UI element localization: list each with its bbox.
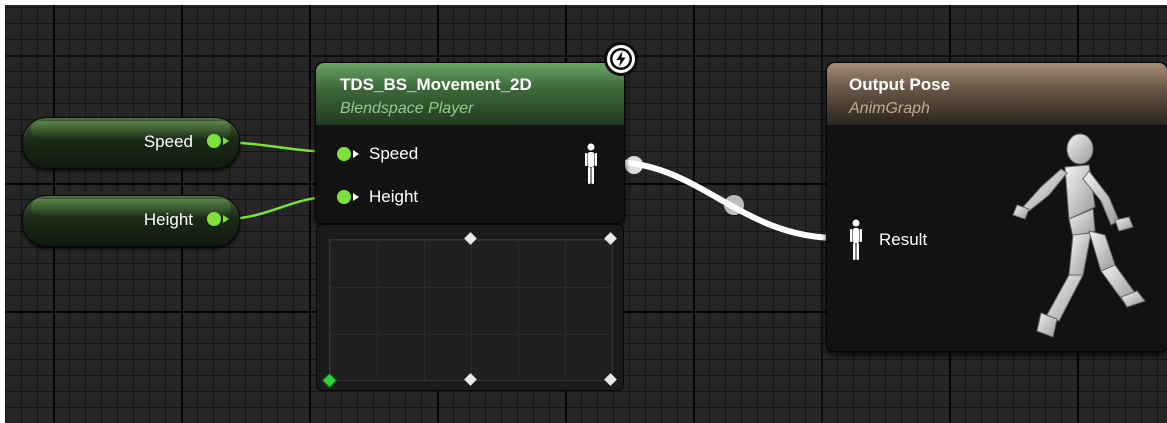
output-node-header: Output Pose AnimGraph [827,63,1167,125]
speed-variable-node[interactable]: Speed [22,117,240,169]
blendspace-node-title: TDS_BS_Movement_2D [340,75,532,94]
height-input-pin[interactable] [337,190,359,204]
blendspace-player-node[interactable]: TDS_BS_Movement_2D Blendspace Player Spe… [315,62,625,224]
blendspace-node-header: TDS_BS_Movement_2D Blendspace Player [316,63,624,125]
blendspace-grid [329,239,613,381]
fast-path-indicator [604,42,638,76]
result-input-label: Result [879,230,928,249]
output-pose-node[interactable]: Output Pose AnimGraph Result [826,62,1167,352]
output-node-subtitle: AnimGraph [849,100,930,117]
height-variable-label: Height [143,210,193,229]
output-node-title: Output Pose [849,75,951,94]
blendspace-preview[interactable] [316,224,624,391]
running-mannequin-icon [1012,133,1146,338]
pose-person-icon[interactable] [849,219,863,263]
speed-variable-label: Speed [143,132,193,151]
height-input-label: Height [369,187,419,206]
speed-input-label: Speed [369,144,419,163]
pose-person-icon[interactable] [584,143,598,187]
lightning-icon [610,48,632,70]
speed-input-pin[interactable] [337,147,359,161]
blendspace-node-subtitle: Blendspace Player [340,100,474,117]
height-variable-node[interactable]: Height [22,195,240,247]
height-output-pin[interactable] [207,212,229,226]
speed-output-pin[interactable] [207,134,229,148]
